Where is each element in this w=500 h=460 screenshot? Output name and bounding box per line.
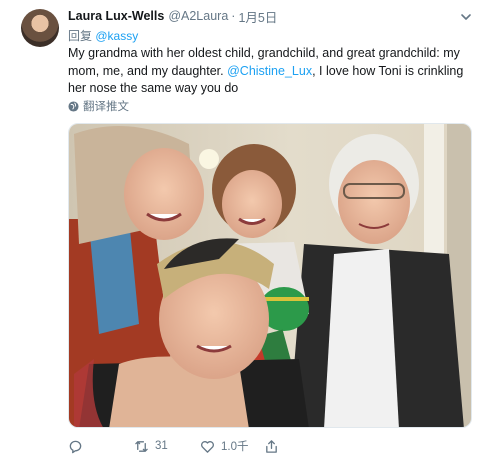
tweet-photo[interactable]	[68, 123, 472, 428]
replying-to: 回复 @kassy	[68, 27, 138, 44]
tweet-header: Laura Lux-Wells @A2Laura · 1月5日	[68, 7, 277, 26]
reply-icon	[69, 440, 82, 453]
like-icon	[201, 440, 214, 453]
tweet-text: My grandma with her oldest child, grandc…	[68, 45, 468, 98]
avatar[interactable]	[21, 9, 59, 47]
user-handle[interactable]: @A2Laura	[168, 9, 228, 23]
separator-dot: ·	[231, 9, 236, 23]
translate-label: 翻译推文	[83, 101, 129, 113]
photo-selfie-image	[69, 124, 471, 427]
tweet-date[interactable]: 1月5日	[238, 7, 277, 26]
reply-mention-link[interactable]: @kassy	[95, 29, 138, 43]
like-button[interactable]: 1.0千	[200, 436, 249, 456]
reply-prefix: 回复	[68, 29, 93, 43]
reply-button[interactable]	[68, 436, 89, 456]
share-icon	[266, 439, 277, 453]
translate-tweet-link[interactable]: 翻译推文	[68, 98, 129, 114]
retweet-button[interactable]: 31	[134, 436, 168, 456]
chevron-down-icon[interactable]	[460, 11, 472, 23]
like-count: 1.0千	[221, 441, 249, 453]
globe-icon	[68, 100, 79, 112]
display-name[interactable]: Laura Lux-Wells	[68, 9, 164, 23]
retweet-icon	[135, 440, 148, 452]
mention-link[interactable]: @Chistine_Lux	[227, 64, 312, 78]
share-button[interactable]	[264, 436, 285, 456]
tweet-actions: 31 1.0千	[68, 436, 472, 456]
retweet-count: 31	[155, 440, 168, 452]
tweet: Laura Lux-Wells @A2Laura · 1月5日 回复 @kass…	[0, 0, 500, 460]
